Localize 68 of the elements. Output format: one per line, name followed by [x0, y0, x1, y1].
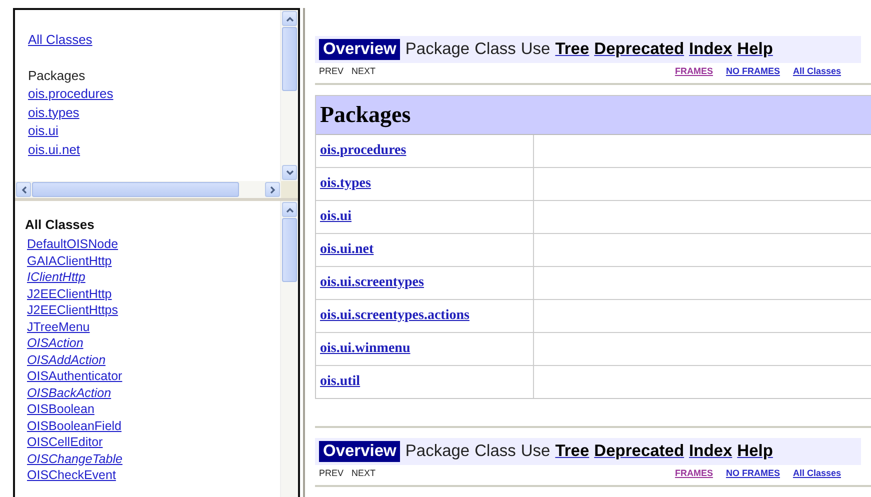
class-link[interactable]: OISBoolean — [27, 401, 94, 418]
nav-text: NEXT — [352, 468, 376, 478]
class-link[interactable]: IClientHttp — [27, 269, 86, 286]
scroll-down-button[interactable] — [282, 165, 297, 180]
nav-link[interactable]: Help — [737, 40, 773, 59]
nav-link[interactable]: Help — [737, 442, 773, 461]
nav-text: PREV — [319, 66, 344, 76]
class-link[interactable]: OISAddAction — [27, 352, 106, 368]
nav-link[interactable]: Tree — [555, 40, 590, 59]
class-link[interactable]: J2EEClientHttps — [27, 302, 118, 318]
nav-link[interactable]: Deprecated — [594, 442, 684, 461]
package-link[interactable]: ois.ui — [28, 122, 58, 140]
class-link[interactable]: OISAuthenticator — [27, 368, 122, 384]
vertical-scrollbar[interactable] — [280, 201, 298, 497]
package-link[interactable]: ois.ui.screentypes.actions — [320, 308, 470, 324]
nav-text: NEXT — [352, 66, 376, 76]
class-link[interactable]: OISChangeTable — [27, 450, 122, 467]
nav-text: PREV — [319, 468, 344, 478]
nav-link[interactable]: NO FRAMES — [726, 468, 780, 478]
scroll-thumb[interactable] — [32, 182, 239, 197]
nav-item-current: Overview — [319, 39, 400, 60]
package-link[interactable]: ois.ui.screentypes — [320, 275, 424, 291]
chevron-left-icon — [20, 186, 26, 194]
nav-link[interactable]: FRAMES — [674, 66, 713, 76]
horizontal-scrollbar[interactable] — [15, 181, 281, 198]
nav-item-current: Overview — [319, 441, 400, 462]
nav-link[interactable]: All Classes — [792, 468, 841, 478]
vertical-scrollbar[interactable] — [280, 10, 298, 181]
package-link[interactable]: ois.ui.net — [28, 140, 80, 159]
scroll-thumb[interactable] — [282, 27, 297, 91]
nav-link[interactable]: FRAMES — [674, 468, 713, 478]
packages-label: Packages — [28, 67, 86, 85]
class-link[interactable]: J2EEClientHttp — [27, 286, 112, 302]
nav-link[interactable]: NO FRAMES — [726, 66, 780, 76]
package-link[interactable]: ois.util — [320, 374, 360, 390]
chevron-down-icon — [286, 170, 294, 176]
scroll-up-button[interactable] — [282, 11, 297, 26]
scroll-left-button[interactable] — [16, 182, 31, 197]
chevron-up-icon — [286, 206, 294, 212]
class-link[interactable]: JTreeMenu — [27, 318, 90, 335]
nav-link[interactable]: Deprecated — [594, 40, 684, 59]
chevron-right-icon — [270, 186, 276, 194]
package-link[interactable]: ois.types — [320, 176, 371, 192]
nav-link[interactable]: Index — [689, 40, 732, 59]
scroll-right-button[interactable] — [265, 182, 280, 197]
class-link[interactable]: OISCheckEvent — [27, 467, 116, 484]
package-link[interactable]: ois.types — [28, 104, 80, 122]
package-link[interactable]: ois.ui.winmenu — [320, 341, 410, 357]
class-link[interactable]: DefaultOISNode — [27, 236, 118, 252]
class-link[interactable]: OISAction — [27, 335, 84, 352]
package-link[interactable]: ois.procedures — [320, 143, 406, 159]
nav-link[interactable]: All Classes — [792, 66, 841, 76]
class-link[interactable]: OISCellEditor — [27, 434, 103, 450]
table-title: Packages — [316, 96, 871, 135]
all-classes-heading: All Classes — [25, 217, 94, 233]
chevron-up-icon — [286, 16, 294, 22]
nav-link[interactable]: Tree — [555, 442, 590, 461]
class-link[interactable]: GAIAClientHttp — [27, 252, 112, 269]
package-link[interactable]: ois.procedures — [28, 85, 114, 104]
package-link[interactable]: ois.ui.net — [320, 242, 374, 258]
scrollbar-corner — [281, 181, 298, 198]
all-classes-link[interactable]: All Classes — [28, 31, 92, 49]
nav-link[interactable]: Index — [689, 442, 732, 461]
scroll-up-button[interactable] — [282, 202, 297, 217]
class-link[interactable]: OISBackAction — [27, 384, 112, 401]
package-link[interactable]: ois.ui — [320, 209, 352, 225]
scroll-thumb[interactable] — [282, 218, 297, 282]
class-link[interactable]: OISBooleanField — [27, 418, 122, 434]
